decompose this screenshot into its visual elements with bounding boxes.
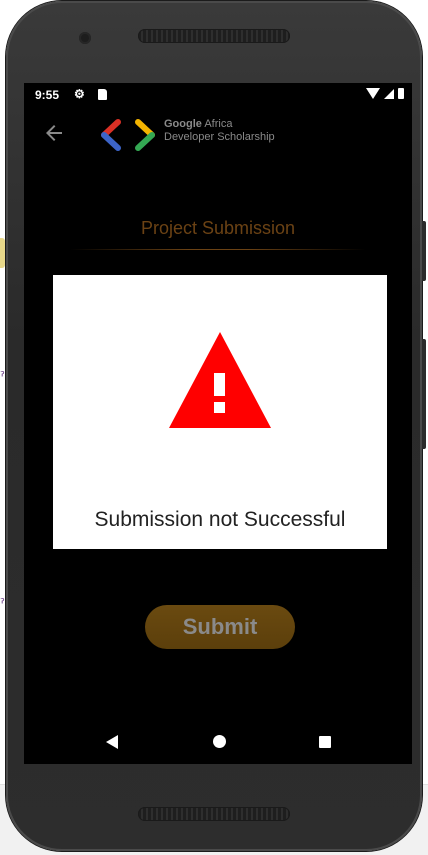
- google-developers-logo: [101, 119, 155, 151]
- brand-scholarship: Developer Scholarship: [164, 131, 275, 143]
- power-button: [422, 339, 426, 449]
- signal-icon: [384, 88, 394, 99]
- settings-gear-icon: ⚙: [74, 87, 85, 101]
- battery-icon: [398, 88, 404, 99]
- error-dialog: Submission not Successful: [53, 275, 387, 549]
- wifi-icon: [366, 88, 380, 99]
- back-arrow-icon[interactable]: [42, 121, 66, 145]
- edge-tab: [0, 238, 5, 268]
- sd-card-icon: [98, 89, 107, 100]
- page-title: Project Submission: [140, 218, 296, 238]
- nav-back-icon[interactable]: [106, 735, 118, 749]
- brand-google: Google: [164, 118, 202, 130]
- status-time: 9:55: [35, 88, 60, 102]
- status-bar: 9:55 ⚙: [24, 83, 412, 107]
- phone-frame: 9:55 ⚙ Google Africa Developer Scholarsh…: [6, 1, 426, 851]
- navigation-bar: [24, 719, 412, 764]
- nav-home-icon[interactable]: [213, 735, 226, 748]
- brand-text: Google Africa Developer Scholarship: [164, 118, 275, 144]
- warning-triangle-icon: [169, 332, 271, 428]
- volume-button: [422, 221, 426, 281]
- screen: 9:55 ⚙ Google Africa Developer Scholarsh…: [24, 83, 412, 764]
- app-bar: Google Africa Developer Scholarship: [24, 107, 412, 163]
- brand-africa: Africa: [201, 118, 233, 130]
- bottom-speaker: [138, 807, 290, 821]
- nav-recents-icon[interactable]: [319, 736, 331, 748]
- submit-button[interactable]: Submit: [145, 605, 295, 649]
- dialog-message: Submission not Successful: [94, 508, 346, 531]
- top-speaker: [138, 29, 290, 43]
- title-divider: [70, 249, 366, 250]
- front-camera: [79, 32, 91, 44]
